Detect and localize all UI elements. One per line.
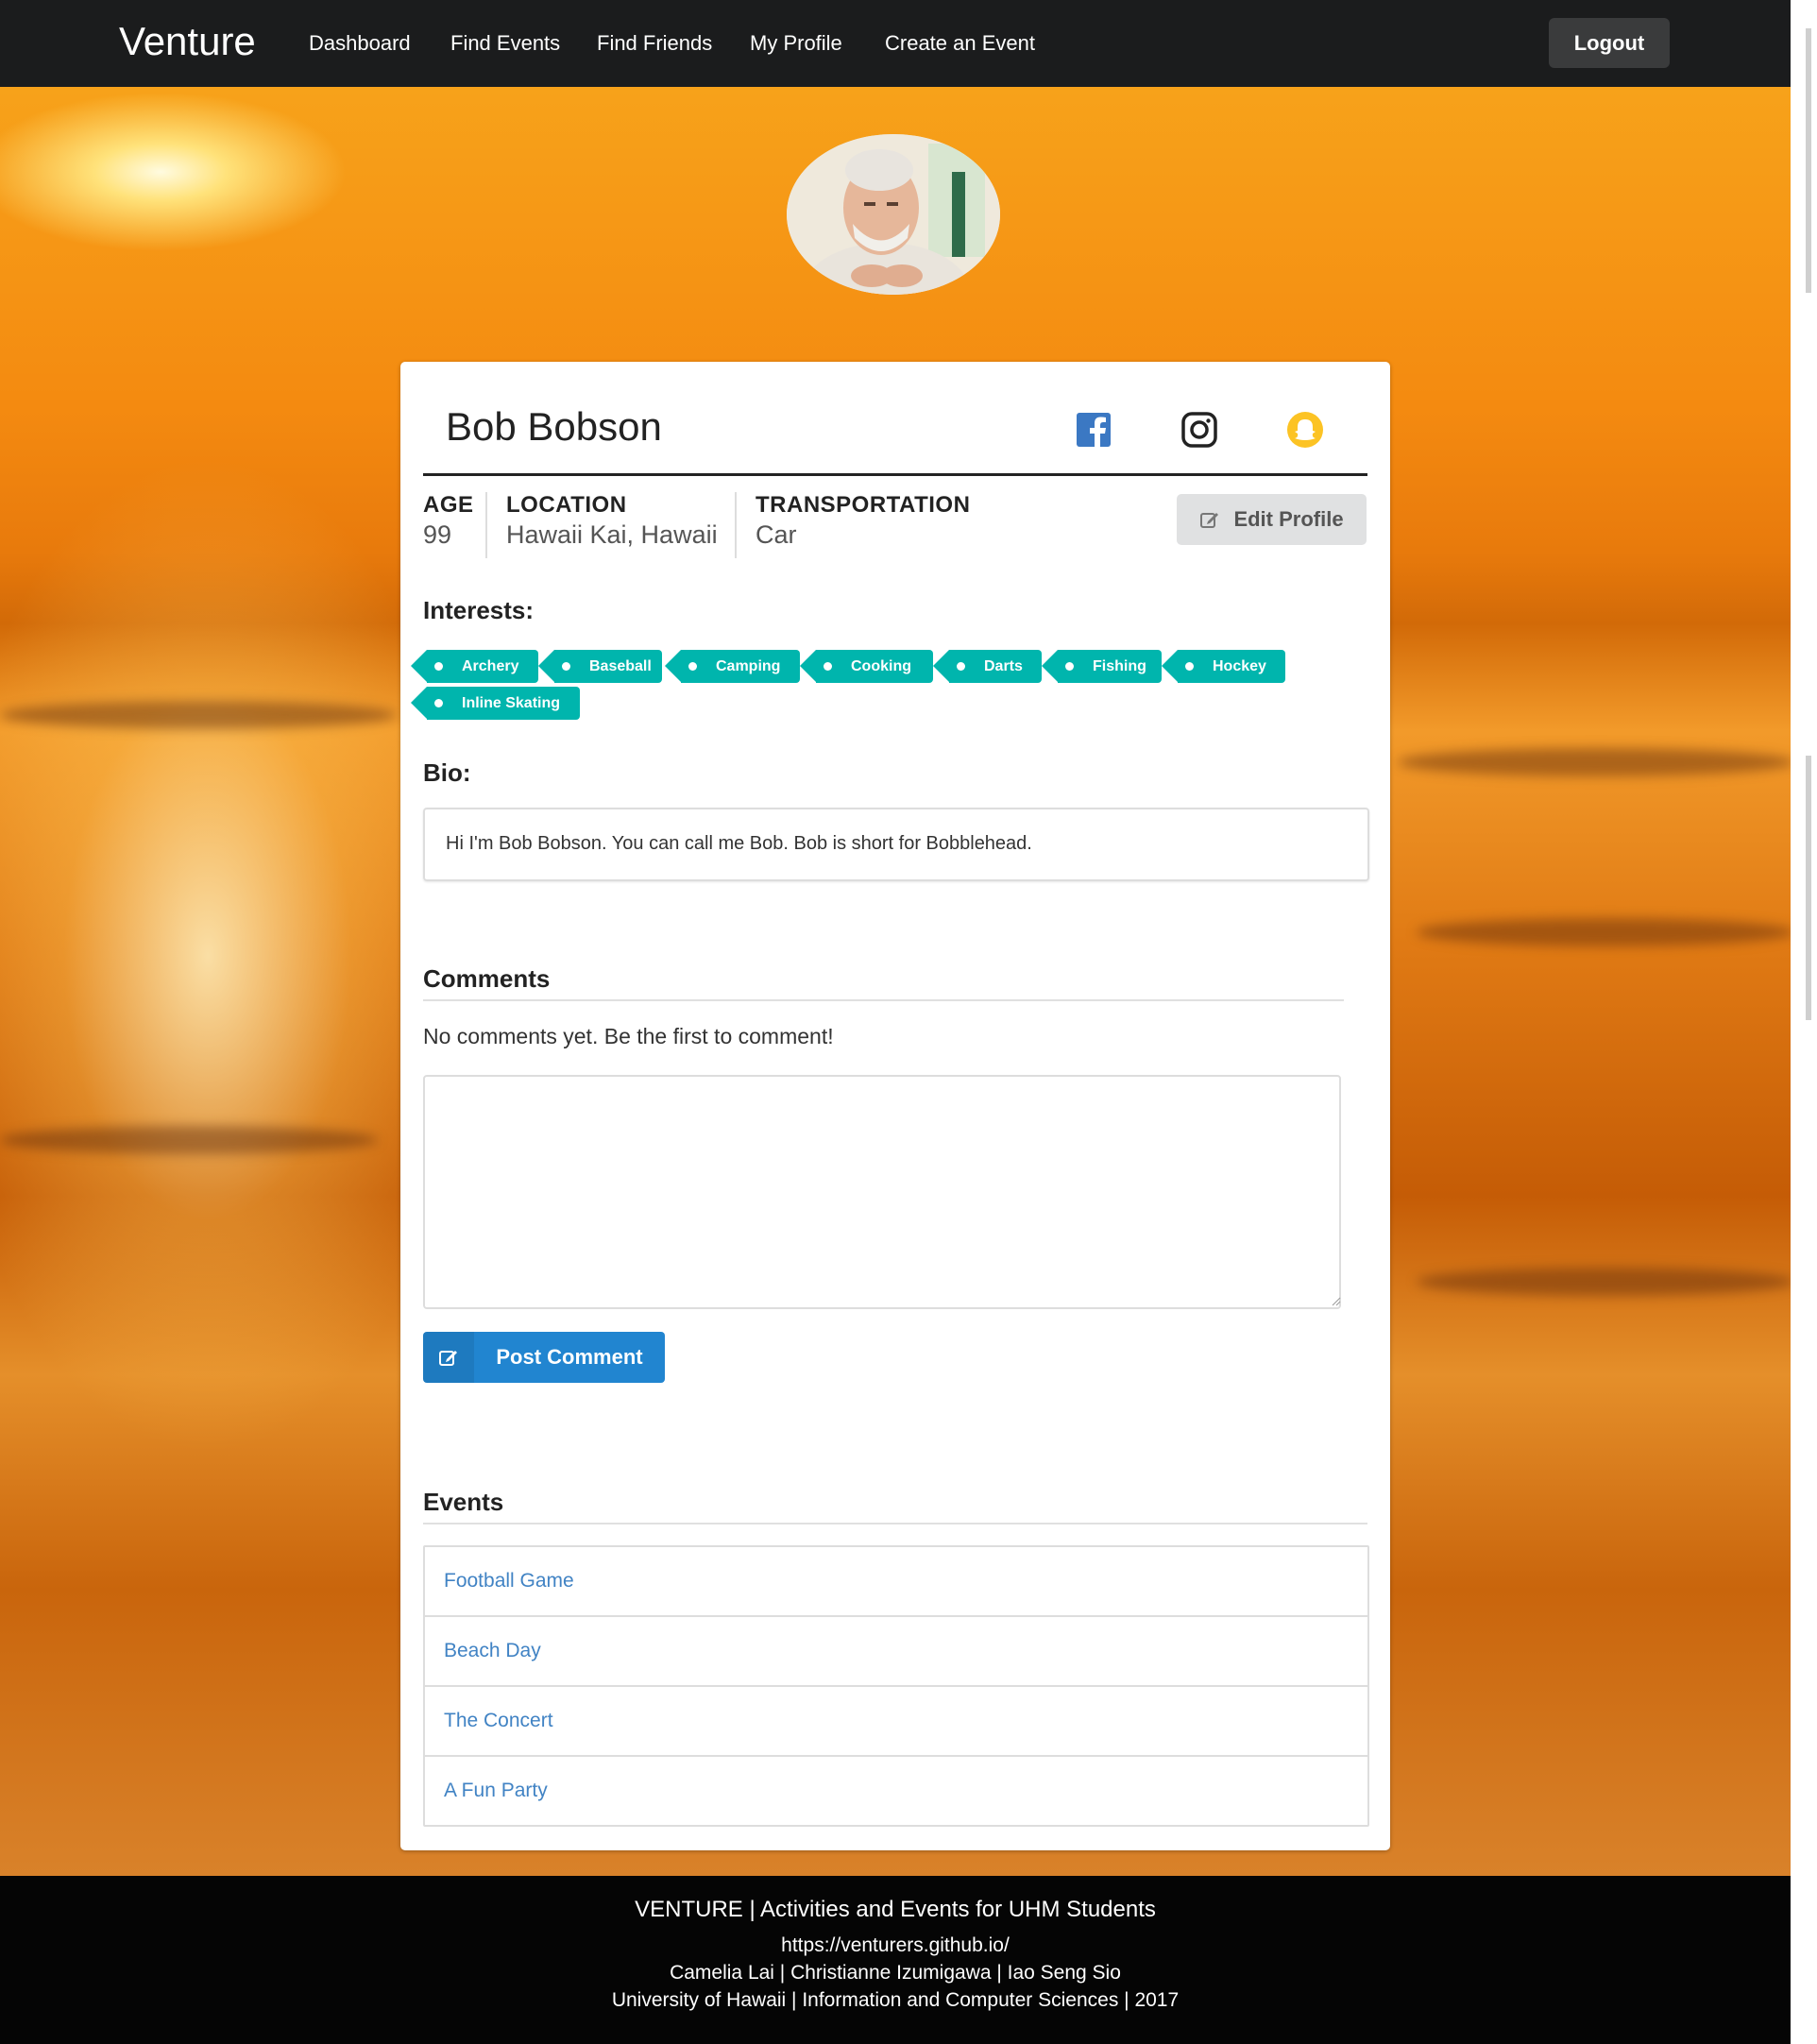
footer-url[interactable]: https://venturers.github.io/ [0,1934,1791,1957]
profile-name: Bob Bobson [446,404,662,449]
stat-transportation: TRANSPORTATION Car [735,492,1001,558]
nav-create-event[interactable]: Create an Event [885,31,1035,56]
edit-icon [1200,513,1219,528]
comment-input[interactable] [423,1075,1341,1309]
interest-tag[interactable]: Baseball [538,650,662,683]
avatar [787,134,1000,295]
nav-find-events[interactable]: Find Events [450,31,560,56]
logout-button[interactable]: Logout [1549,18,1670,68]
nav-dashboard[interactable]: Dashboard [309,31,411,56]
footer-authors: Camelia Lai | Christianne Izumigawa | Ia… [670,1962,1121,1984]
resize-grip-icon[interactable] [1332,1297,1341,1306]
nav-find-friends[interactable]: Find Friends [597,31,712,56]
bio-heading: Bio: [423,758,471,787]
brand-logo[interactable]: Venture [119,19,256,64]
profile-card: Bob Bobson AGE 99 LOCATION Hawaii Kai, H… [400,362,1390,1850]
events-list: Football Game Beach Day The Concert A Fu… [423,1545,1369,1827]
location-label: LOCATION [506,492,627,518]
event-link[interactable]: The Concert [444,1710,553,1732]
post-comment-button[interactable]: Post Comment [423,1332,665,1383]
bio-box: Hi I'm Bob Bobson. You can call me Bob. … [423,808,1369,881]
stat-age: AGE 99 [423,492,487,558]
footer: VENTURE | Activities and Events for UHM … [0,1876,1791,2044]
event-item[interactable]: A Fun Party [425,1757,1367,1825]
event-link[interactable]: Beach Day [444,1640,541,1662]
instagram-icon[interactable] [1180,411,1218,449]
snapchat-icon[interactable] [1286,411,1324,449]
interest-tag[interactable]: Cooking [800,650,933,683]
navbar: Venture Dashboard Find Events Find Frien… [0,0,1791,87]
comments-heading: Comments [423,964,551,993]
interest-tag[interactable]: Inline Skating [411,687,580,720]
edit-profile-button[interactable]: Edit Profile [1177,494,1367,545]
divider [423,999,1344,1001]
scrollbar[interactable] [1791,0,1817,2044]
transportation-label: TRANSPORTATION [756,492,971,518]
transportation-value: Car [756,520,797,549]
footer-affiliation: University of Hawaii | Information and C… [611,1989,1180,2011]
interest-tag[interactable]: Darts [933,650,1042,683]
interest-tag[interactable]: Archery [411,650,538,683]
scrollbar-thumb-2[interactable] [1806,756,1811,1020]
stat-location: LOCATION Hawaii Kai, Hawaii [485,492,733,558]
event-link[interactable]: A Fun Party [444,1780,548,1802]
age-label: AGE [423,492,474,518]
interest-tag[interactable]: Camping [665,650,800,683]
nav-my-profile[interactable]: My Profile [750,31,842,56]
event-item[interactable]: Football Game [425,1547,1367,1617]
no-comments-text: No comments yet. Be the first to comment… [423,1024,834,1048]
interest-tag[interactable]: Hockey [1162,650,1285,683]
post-comment-label: Post Comment [496,1345,643,1369]
edit-icon [423,1332,474,1383]
footer-title: VENTURE | Activities and Events for UHM … [635,1897,1156,1922]
interest-tag[interactable]: Fishing [1042,650,1162,683]
event-item[interactable]: Beach Day [425,1617,1367,1687]
interests-heading: Interests: [423,596,535,624]
bio-text: Hi I'm Bob Bobson. You can call me Bob. … [446,833,1032,854]
facebook-icon[interactable] [1075,411,1112,449]
location-value: Hawaii Kai, Hawaii [506,520,718,549]
event-link[interactable]: Football Game [444,1570,574,1593]
scrollbar-thumb[interactable] [1806,28,1811,293]
divider [423,1523,1367,1524]
age-value: 99 [423,520,452,549]
event-item[interactable]: The Concert [425,1687,1367,1757]
edit-profile-label: Edit Profile [1233,507,1344,531]
events-heading: Events [423,1488,504,1516]
